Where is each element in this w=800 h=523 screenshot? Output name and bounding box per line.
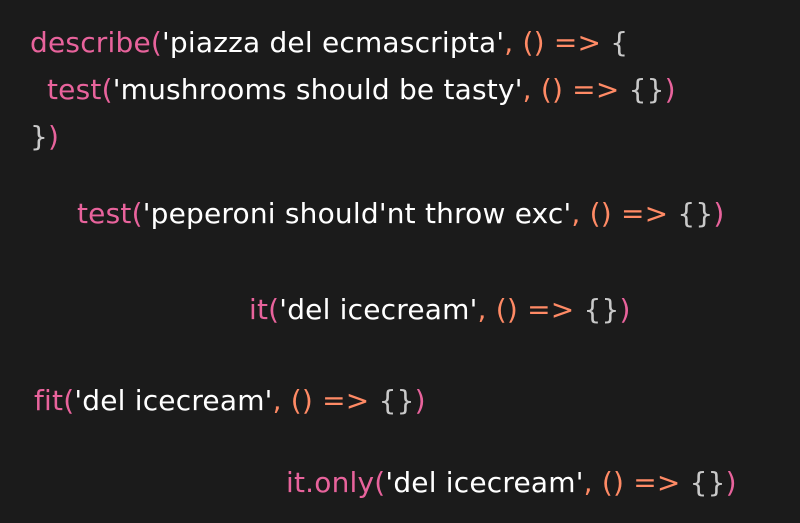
- code-token-str: 'peperoni should'nt throw exc': [142, 197, 572, 230]
- code-line-it-only-icecream: it.only('del icecream', () => {}): [286, 466, 737, 500]
- code-token-fn: ): [664, 73, 676, 106]
- code-token-brace: }: [30, 120, 49, 153]
- code-line-test-peperoni: test('peperoni should'nt throw exc', () …: [77, 197, 725, 231]
- code-token-brace: {: [610, 26, 629, 59]
- code-line-describe: describe('piazza del ecmascripta', () =>…: [30, 26, 628, 60]
- code-token-str: 'del icecream': [385, 466, 584, 499]
- code-token-str: 'mushrooms should be tasty': [112, 73, 523, 106]
- code-token-str: 'del icecream': [74, 384, 273, 417]
- code-token-fn: ): [619, 293, 631, 326]
- code-token-punc: , () =>: [571, 197, 678, 230]
- code-line-test-mushrooms: test('mushrooms should be tasty', () => …: [47, 73, 676, 107]
- code-token-str: 'piazza del ecmascripta': [162, 26, 505, 59]
- code-token-punc: , () =>: [504, 26, 611, 59]
- code-token-fn: it(: [249, 293, 280, 326]
- code-token-punc: , () =>: [522, 73, 629, 106]
- code-token-fn: test(: [77, 197, 143, 230]
- code-token-str: 'del icecream': [279, 293, 478, 326]
- code-token-fn: fit(: [34, 384, 75, 417]
- code-token-punc: , () =>: [272, 384, 379, 417]
- code-token-brace: {}: [378, 384, 415, 417]
- code-token-fn: test(: [47, 73, 113, 106]
- code-token-brace: {}: [677, 197, 714, 230]
- code-token-punc: , () =>: [583, 466, 690, 499]
- code-token-fn: ): [725, 466, 737, 499]
- code-token-fn: ): [414, 384, 426, 417]
- code-token-fn: ): [713, 197, 725, 230]
- code-line-it-icecream: it('del icecream', () => {}): [249, 293, 631, 327]
- code-token-fn: it.only(: [286, 466, 386, 499]
- code-line-fit-icecream: fit('del icecream', () => {}): [34, 384, 426, 418]
- code-line-describe-close: }): [30, 120, 59, 154]
- code-token-fn: ): [48, 120, 60, 153]
- code-token-punc: , () =>: [477, 293, 584, 326]
- code-token-brace: {}: [689, 466, 726, 499]
- code-token-brace: {}: [583, 293, 620, 326]
- code-token-fn: describe(: [30, 26, 162, 59]
- code-token-brace: {}: [628, 73, 665, 106]
- code-canvas: describe('piazza del ecmascripta', () =>…: [0, 0, 800, 523]
